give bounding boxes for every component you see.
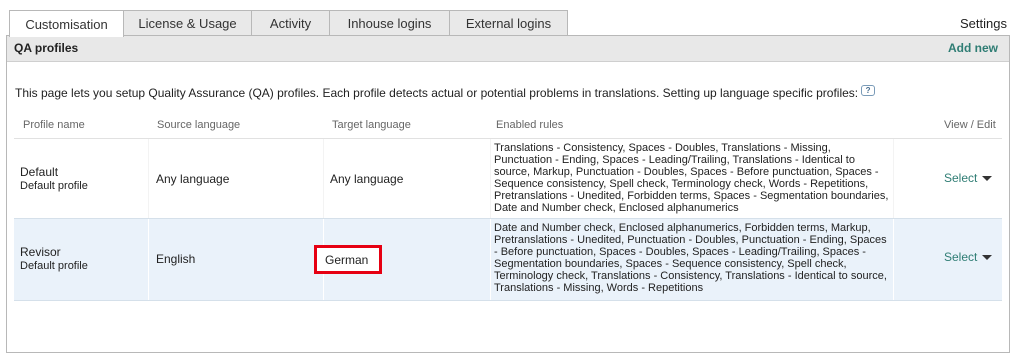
chevron-down-icon bbox=[982, 176, 993, 181]
panel-header: QA profiles Add new bbox=[7, 36, 1009, 62]
column-divider bbox=[490, 219, 491, 300]
add-new-link[interactable]: Add new bbox=[948, 41, 998, 55]
table-row: Default Default profile Any language Any… bbox=[14, 138, 1002, 219]
column-divider bbox=[148, 219, 149, 300]
column-divider bbox=[323, 139, 324, 219]
source-language: English bbox=[156, 252, 196, 266]
tab-external-logins[interactable]: External logins bbox=[449, 10, 568, 35]
column-divider bbox=[148, 139, 149, 219]
column-divider bbox=[893, 219, 894, 300]
column-header-view-edit: View / Edit bbox=[944, 119, 996, 131]
column-header-source-language: Source language bbox=[157, 119, 241, 131]
select-dropdown[interactable]: Select bbox=[944, 250, 993, 264]
select-dropdown[interactable]: Select bbox=[944, 171, 993, 185]
source-language: Any language bbox=[156, 172, 230, 186]
profile-name-cell: Revisor Default profile bbox=[20, 245, 88, 272]
qa-profiles-panel: QA profiles Add new This page lets you s… bbox=[6, 35, 1010, 353]
column-header-profile-name: Profile name bbox=[23, 119, 85, 131]
tab-customisation[interactable]: Customisation bbox=[9, 10, 124, 37]
target-language: Any language bbox=[330, 172, 404, 186]
column-header-enabled-rules: Enabled rules bbox=[496, 119, 564, 131]
column-divider bbox=[490, 139, 491, 219]
profile-subtitle: Default profile bbox=[20, 180, 88, 192]
highlighted-target-language: German bbox=[314, 245, 382, 274]
help-icon[interactable]: ? bbox=[861, 85, 876, 96]
panel-title: QA profiles bbox=[14, 41, 79, 55]
profile-name-cell: Default Default profile bbox=[20, 165, 88, 192]
profile-name: Default bbox=[20, 165, 59, 179]
enabled-rules: Translations - Consistency, Spaces - Dou… bbox=[494, 142, 889, 214]
chevron-down-icon bbox=[982, 255, 993, 260]
table-row: Revisor Default profile English Date and… bbox=[14, 218, 1002, 301]
settings-link[interactable]: Settings bbox=[960, 16, 1007, 31]
column-divider bbox=[893, 139, 894, 219]
tab-license-usage[interactable]: License & Usage bbox=[123, 10, 252, 35]
tab-inhouse-logins[interactable]: Inhouse logins bbox=[329, 10, 450, 35]
target-language: German bbox=[325, 253, 369, 267]
profile-name: Revisor bbox=[20, 245, 61, 259]
tab-activity[interactable]: Activity bbox=[251, 10, 330, 35]
enabled-rules: Date and Number check, Enclosed alphanum… bbox=[494, 222, 887, 294]
intro-sentence: This page lets you setup Quality Assuran… bbox=[15, 86, 859, 100]
tab-bar: Customisation License & Usage Activity I… bbox=[9, 10, 568, 37]
intro-text: This page lets you setup Quality Assuran… bbox=[15, 85, 876, 100]
column-header-target-language: Target language bbox=[332, 119, 411, 131]
profile-subtitle: Default profile bbox=[20, 260, 88, 272]
select-label: Select bbox=[944, 250, 978, 264]
select-label: Select bbox=[944, 171, 978, 185]
